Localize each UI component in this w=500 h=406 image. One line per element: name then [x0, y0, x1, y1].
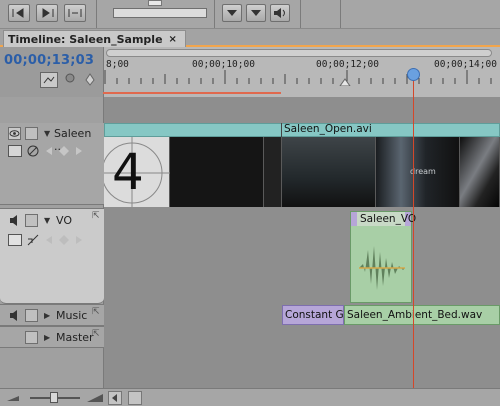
- zoom-slider-handle[interactable]: [50, 392, 58, 403]
- shuttle-handle[interactable]: [148, 0, 162, 6]
- track-header-video1: ▼ Saleen ...: [0, 123, 104, 205]
- clip-name: Saleen_Ambient_Bed.wav: [347, 309, 483, 321]
- ruler-label: 8;00: [106, 59, 129, 70]
- music-clip[interactable]: Saleen_Ambient_Bed.wav: [344, 305, 500, 325]
- track-resize-icon[interactable]: ⇱: [92, 211, 100, 221]
- video-frame: [460, 137, 500, 207]
- lift-button[interactable]: [222, 4, 242, 22]
- vo-clip[interactable]: Saleen_VO: [350, 211, 416, 303]
- eye-icon[interactable]: [8, 127, 21, 140]
- countdown-frame: 4: [101, 137, 170, 207]
- speaker-icon[interactable]: [8, 214, 22, 227]
- track-header-vo: ▼ VO ⇱: [0, 208, 104, 304]
- divider: [300, 0, 301, 28]
- track-name[interactable]: Master: [56, 331, 94, 344]
- video-frame: dream: [376, 137, 460, 207]
- expand-triangle-icon[interactable]: ▼: [44, 129, 50, 138]
- lock-toggle[interactable]: [25, 127, 38, 140]
- speaker-icon[interactable]: [8, 309, 22, 322]
- track-header-music: ▶ Music ⇱: [0, 304, 104, 326]
- current-timecode[interactable]: 00;00;13;03: [4, 53, 94, 68]
- divider: [96, 0, 97, 28]
- zoom-in-icon[interactable]: [86, 392, 104, 404]
- timeline-bottom-bar: [0, 388, 500, 406]
- ruler-ticks: [104, 70, 492, 86]
- hide-keyframes-icon[interactable]: [26, 144, 40, 158]
- zoom-out-icon[interactable]: [6, 393, 20, 403]
- video-frame: [170, 137, 264, 207]
- step-forward-icon: [42, 8, 54, 18]
- keyframe-navigator-icon[interactable]: [44, 234, 84, 246]
- collapse-triangle-icon[interactable]: ▶: [44, 333, 50, 342]
- scroll-left-button[interactable]: [108, 391, 122, 405]
- video-frame: [282, 137, 376, 207]
- snap-icon[interactable]: [40, 72, 58, 88]
- track-resize-icon[interactable]: ⇱: [92, 307, 100, 317]
- ruler-label: 00;00;12;00: [316, 59, 379, 70]
- step-back-button[interactable]: [8, 4, 30, 22]
- playhead-handle[interactable]: [407, 68, 420, 81]
- divider: [214, 0, 215, 28]
- timeline-tab-bar: Timeline: Saleen_Sample ×: [0, 29, 500, 47]
- extract-icon: [251, 10, 261, 16]
- display-style-icon[interactable]: [8, 145, 22, 157]
- countdown-number: 4: [112, 143, 144, 201]
- speaker-icon: [274, 8, 285, 18]
- divider: [340, 0, 341, 28]
- clip-name: Saleen_VO: [360, 213, 417, 225]
- ruler-label: 00;00;14;00: [434, 59, 497, 70]
- track-header-master: ▶ Master ⇱: [0, 326, 104, 348]
- tab-timeline[interactable]: Timeline: Saleen_Sample ×: [3, 30, 186, 47]
- step-forward-button[interactable]: [36, 4, 58, 22]
- audio-waveform: [359, 246, 405, 290]
- lock-toggle[interactable]: [25, 331, 38, 344]
- marker-icon[interactable]: [62, 72, 80, 88]
- collapse-triangle-icon[interactable]: ▶: [44, 311, 50, 320]
- waveform-display-icon[interactable]: [8, 234, 22, 246]
- playhead-line[interactable]: [413, 70, 414, 388]
- lift-icon: [227, 10, 237, 16]
- step-back-icon: [12, 8, 24, 18]
- monitor-controls-strip: [0, 0, 500, 29]
- audio-output-button[interactable]: [270, 4, 290, 22]
- expand-triangle-icon[interactable]: ▼: [44, 216, 50, 225]
- extract-button[interactable]: [246, 4, 266, 22]
- work-area-bar[interactable]: [103, 92, 281, 94]
- lock-toggle[interactable]: [25, 309, 38, 322]
- zoom-scrollbar[interactable]: [106, 49, 492, 57]
- track-resize-icon[interactable]: ⇱: [92, 329, 100, 339]
- ruler-label: 00;00;10;00: [192, 59, 255, 70]
- clip-name: Saleen_Open.avi: [284, 123, 372, 135]
- transition-marker[interactable]: [351, 212, 357, 226]
- transition-constant-gain[interactable]: Constant Gair: [282, 305, 357, 325]
- tab-title: Timeline: Saleen_Sample: [8, 32, 163, 46]
- keyframe-icon[interactable]: [82, 72, 100, 88]
- trim-icon: [68, 9, 82, 17]
- keyframe-mode-icon[interactable]: [26, 233, 40, 247]
- keyframe-navigator-icon[interactable]: [44, 145, 84, 157]
- close-icon[interactable]: ×: [169, 34, 177, 45]
- track-name[interactable]: Music: [56, 309, 87, 322]
- jog-shuttle[interactable]: [113, 8, 207, 18]
- scroll-thumb[interactable]: [128, 391, 142, 405]
- video-frame: [264, 137, 282, 207]
- lock-toggle[interactable]: [25, 214, 38, 227]
- trim-button[interactable]: [64, 4, 86, 22]
- track-name[interactable]: VO: [56, 214, 72, 227]
